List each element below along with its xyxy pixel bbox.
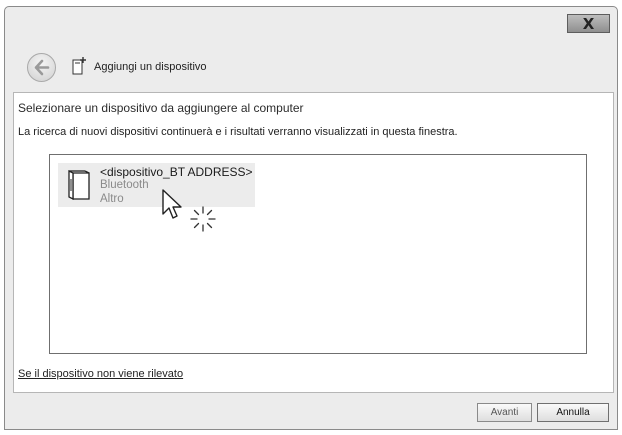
mouse-pointer-icon [162,189,182,219]
device-list-item[interactable]: <dispositivo_BT ADDRESS> Bluetooth Altro [58,163,255,207]
add-device-icon [72,57,86,75]
loading-spinner-icon [190,206,216,232]
device-not-found-link[interactable]: Se il dispositivo non viene rilevato [18,368,183,380]
device-type: Bluetooth [100,179,149,191]
device-category: Altro [100,193,124,205]
close-button[interactable]: X [567,14,610,33]
next-button[interactable]: Avanti [477,403,532,422]
device-name: <dispositivo_BT ADDRESS> [100,165,253,179]
search-status-text: La ricerca di nuovi dispositivi continue… [18,126,458,138]
window-title: Aggiungi un dispositivo [94,61,207,73]
page-heading: Selezionare un dispositivo da aggiungere… [18,101,304,115]
cancel-button[interactable]: Annulla [537,403,609,422]
device-icon [68,169,90,201]
back-button[interactable] [27,53,56,82]
back-arrow-icon [34,59,50,76]
